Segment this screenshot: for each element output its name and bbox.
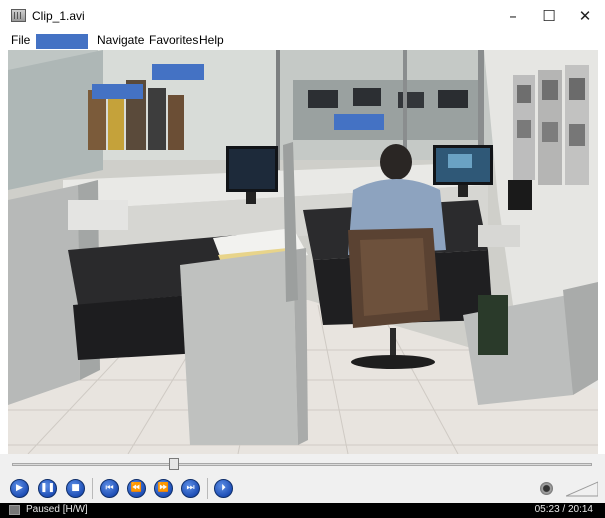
- toolbar-separator: [92, 478, 93, 499]
- toolbar-separator: [207, 478, 208, 499]
- seek-bar-area: [0, 454, 605, 473]
- status-bar: Paused [H/W] 05:23 / 20:14: [0, 503, 605, 518]
- stop-button[interactable]: ■: [66, 479, 85, 498]
- menu-help[interactable]: Help: [199, 33, 224, 47]
- menu-navigate[interactable]: Navigate: [97, 33, 144, 47]
- rewind-button[interactable]: ⏪: [127, 479, 146, 498]
- redacted-overlay: [92, 84, 143, 99]
- maximize-button[interactable]: ☐: [532, 0, 566, 32]
- title-bar: Clip_1.avi – ☐ ✕: [0, 0, 605, 32]
- playback-time: 05:23 / 20:14: [534, 504, 593, 515]
- redacted-overlay: [334, 114, 384, 130]
- menu-file[interactable]: File: [11, 33, 30, 47]
- menu-favorites[interactable]: Favorites: [149, 33, 198, 47]
- redacted-overlay: [152, 64, 204, 80]
- seek-thumb[interactable]: [169, 458, 180, 470]
- video-frame[interactable]: [8, 50, 598, 454]
- close-button[interactable]: ✕: [568, 0, 602, 32]
- pause-button[interactable]: ❚❚: [38, 479, 57, 498]
- minimize-button[interactable]: –: [496, 0, 530, 32]
- fast-forward-button[interactable]: ⏩: [154, 479, 173, 498]
- playback-controls: ▶ ❚❚ ■ ⏮ ⏪ ⏩ ⏭ ⏵: [0, 473, 605, 503]
- playback-status: Paused [H/W]: [26, 504, 88, 515]
- window-title: Clip_1.avi: [32, 9, 85, 23]
- seek-track[interactable]: [12, 463, 592, 466]
- speaker-icon[interactable]: [540, 482, 553, 495]
- video-file-icon: [11, 9, 26, 22]
- video-scene: [8, 50, 598, 454]
- status-film-icon: [9, 505, 20, 515]
- volume-slider[interactable]: [566, 481, 598, 497]
- play-button[interactable]: ▶: [10, 479, 29, 498]
- previous-button[interactable]: ⏮: [100, 479, 119, 498]
- menu-bar: File Navigate Favorites Help: [0, 32, 605, 50]
- next-button[interactable]: ⏭: [181, 479, 200, 498]
- frame-step-button[interactable]: ⏵: [214, 479, 233, 498]
- redacted-menu-item[interactable]: [36, 34, 88, 49]
